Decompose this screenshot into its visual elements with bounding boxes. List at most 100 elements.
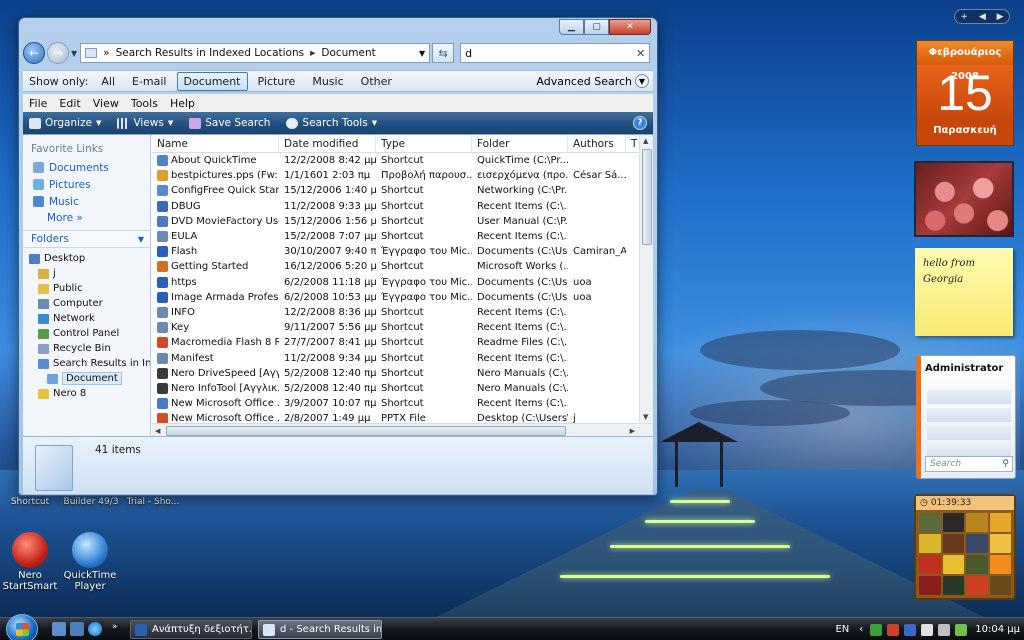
slideshow-gadget[interactable] bbox=[914, 161, 1014, 237]
language-indicator[interactable]: EN bbox=[835, 624, 849, 635]
organize-button[interactable]: Organize ▼ bbox=[29, 117, 101, 129]
minimize-button[interactable]: ▁ bbox=[559, 19, 584, 35]
column-header-type[interactable]: Type bbox=[376, 135, 472, 152]
search-tools-button[interactable]: Search Tools ▼ bbox=[286, 117, 377, 129]
column-header-folder[interactable]: Folder bbox=[472, 135, 568, 152]
column-header-authors[interactable]: Authors bbox=[568, 135, 626, 152]
close-button[interactable]: ✕ bbox=[609, 19, 651, 35]
column-header-date[interactable]: Date modified bbox=[279, 135, 376, 152]
file-row[interactable]: Flash 30/10/2007 9:40 πμ Έγγραφο του Mic..… bbox=[152, 244, 653, 259]
scroll-left-icon[interactable]: ◀ bbox=[155, 427, 160, 435]
tree-item[interactable]: Desktop bbox=[23, 251, 150, 266]
horizontal-scrollbar[interactable]: ◀ ▶ bbox=[152, 423, 653, 437]
filter-picture[interactable]: Picture bbox=[251, 72, 303, 91]
vertical-scrollbar[interactable]: ▲ ▼ bbox=[639, 135, 653, 423]
horizontal-scroll-thumb[interactable] bbox=[166, 426, 566, 436]
file-row[interactable]: DVD MovieFactory Use... 15/12/2006 1:56 μ… bbox=[152, 214, 653, 229]
search-input[interactable] bbox=[465, 46, 636, 60]
file-row[interactable]: DBUG 11/2/2008 9:33 μμ Shortcut Recent Item… bbox=[152, 199, 653, 214]
tree-item[interactable]: Control Panel bbox=[23, 326, 150, 341]
tree-item[interactable]: j bbox=[23, 266, 150, 281]
show-desktop-icon[interactable] bbox=[52, 622, 66, 636]
scroll-up-icon[interactable]: ▲ bbox=[643, 137, 648, 145]
taskbar-button-word[interactable]: Ανάπτυξη δεξιοτήτ... bbox=[130, 620, 252, 639]
maximize-button[interactable]: ▢ bbox=[584, 19, 609, 35]
forward-button[interactable]: → bbox=[47, 42, 69, 64]
file-row[interactable]: About QuickTime 12/2/2008 8:42 μμ Shortcut… bbox=[152, 153, 653, 168]
file-row[interactable]: Nero DriveSpeed [Αγγλ... 5/2/2008 12:40 π… bbox=[152, 366, 653, 381]
next-icon[interactable]: ▶ bbox=[997, 12, 1004, 22]
tree-item[interactable]: Public bbox=[23, 281, 150, 296]
desktop-icon-partial[interactable]: Shortcut bbox=[0, 497, 60, 507]
file-row[interactable]: bestpictures.pps (Fw: B... 1/1/1601 2:03 … bbox=[152, 168, 653, 183]
breadcrumb-current[interactable]: Document bbox=[321, 47, 375, 59]
contacts-gadget[interactable]: Administrator Search ⚲ bbox=[916, 355, 1016, 479]
filter-other[interactable]: Other bbox=[354, 72, 399, 91]
file-row[interactable]: Getting Started 16/12/2006 5:20 μμ Shortcu… bbox=[152, 259, 653, 274]
network-icon[interactable] bbox=[870, 623, 883, 636]
filter-email[interactable]: E-mail bbox=[125, 72, 174, 91]
add-gadget-icon[interactable]: + bbox=[960, 12, 968, 22]
more-links[interactable]: More » bbox=[47, 212, 150, 224]
address-bar[interactable]: » Search Results in Indexed Locations ▸ … bbox=[80, 43, 431, 63]
tree-item[interactable]: Recycle Bin bbox=[23, 341, 150, 356]
battery-icon[interactable] bbox=[955, 623, 968, 636]
file-row[interactable]: EULA 15/2/2008 7:07 μμ Shortcut Recent Item… bbox=[152, 229, 653, 244]
filter-document[interactable]: Document bbox=[176, 71, 248, 91]
picture-puzzle-gadget[interactable]: ◷ 01:39:33 bbox=[914, 494, 1016, 600]
menu-help[interactable]: Help bbox=[170, 97, 195, 110]
taskbar-button-search-results[interactable]: d - Search Results in... bbox=[258, 620, 382, 639]
switch-windows-icon[interactable] bbox=[70, 622, 84, 636]
file-row[interactable]: New Microsoft Office ... 3/9/2007 10:07 π… bbox=[152, 396, 653, 411]
vertical-scroll-thumb[interactable] bbox=[642, 149, 652, 245]
scroll-right-icon[interactable]: ▶ bbox=[630, 427, 635, 435]
notes-gadget[interactable]: hello from Georgia bbox=[915, 248, 1013, 336]
internet-explorer-icon[interactable] bbox=[88, 622, 102, 636]
shield-icon[interactable] bbox=[887, 623, 900, 636]
file-row[interactable]: Image Armada Profess... 6/2/2008 10:53 μμ… bbox=[152, 290, 653, 305]
advanced-search-toggle[interactable]: Advanced Search ▼ bbox=[536, 74, 649, 88]
filter-all[interactable]: All bbox=[94, 72, 122, 91]
help-icon[interactable]: ? bbox=[633, 116, 647, 130]
filter-music[interactable]: Music bbox=[305, 72, 350, 91]
file-row[interactable]: Manifest 11/2/2008 9:34 μμ Shortcut Recent … bbox=[152, 350, 653, 365]
file-row[interactable]: https 6/2/2008 11:18 μμ Έγγραφο του Mic...… bbox=[152, 275, 653, 290]
file-row[interactable]: Macromedia Flash 8 R... 27/7/2007 8:41 μμ… bbox=[152, 335, 653, 350]
calendar-gadget[interactable]: Φεβρουάριος 2008 15 Παρασκευή bbox=[916, 40, 1014, 146]
clear-search-icon[interactable]: ✕ bbox=[636, 47, 645, 60]
clock[interactable]: 10:04 μμ bbox=[975, 624, 1020, 635]
previous-icon[interactable]: ◀ bbox=[979, 12, 986, 22]
quick-launch-more-icon[interactable]: » bbox=[112, 622, 122, 636]
tray-app-icon[interactable] bbox=[921, 623, 934, 636]
speaker-icon[interactable] bbox=[938, 623, 951, 636]
recent-pages-dropdown[interactable]: ▼ bbox=[71, 49, 77, 58]
start-button[interactable] bbox=[6, 614, 38, 640]
desktop-icon-quicktime[interactable]: QuickTime Player bbox=[62, 532, 118, 592]
tree-item[interactable]: Search Results in Inde bbox=[23, 356, 150, 371]
file-row[interactable]: INFO 12/2/2008 8:36 μμ Shortcut Recent Item… bbox=[152, 305, 653, 320]
menu-view[interactable]: View bbox=[93, 97, 119, 110]
tree-item[interactable]: Nero 8 bbox=[23, 386, 150, 401]
contacts-search[interactable]: Search ⚲ bbox=[925, 456, 1013, 472]
desktop-icon-nero-startsmart[interactable]: Nero StartSmart bbox=[2, 532, 58, 592]
refresh-button[interactable]: ⇆ bbox=[432, 43, 455, 63]
back-button[interactable]: ← bbox=[23, 42, 45, 64]
file-row[interactable]: Nero InfoTool [Αγγλικ... 5/2/2008 12:40 π… bbox=[152, 381, 653, 396]
menu-tools[interactable]: Tools bbox=[131, 97, 158, 110]
tree-item[interactable]: Document bbox=[23, 371, 150, 386]
desktop-icon-partial[interactable]: Trial - Sho... bbox=[122, 497, 184, 507]
tree-item[interactable]: Network bbox=[23, 311, 150, 326]
file-row[interactable]: ConfigFree Quick Start... 15/12/2006 1:40… bbox=[152, 183, 653, 198]
favorite-link-pictures[interactable]: Pictures bbox=[33, 178, 150, 191]
favorite-link-documents[interactable]: Documents bbox=[33, 161, 150, 174]
column-header-name[interactable]: Name bbox=[152, 135, 279, 152]
address-dropdown-icon[interactable]: ▼ bbox=[419, 49, 425, 58]
chevron-left-icon[interactable]: ‹ bbox=[859, 624, 863, 635]
tree-item[interactable]: Computer bbox=[23, 296, 150, 311]
scroll-down-icon[interactable]: ▼ bbox=[643, 413, 648, 421]
breadcrumb-root[interactable]: Search Results in Indexed Locations bbox=[116, 47, 305, 59]
file-row[interactable]: Key 9/11/2007 5:56 μμ Shortcut Recent Items… bbox=[152, 320, 653, 335]
tray-app-icon[interactable] bbox=[904, 623, 917, 636]
views-button[interactable]: Views ▼ bbox=[117, 117, 173, 129]
favorite-link-music[interactable]: Music bbox=[33, 195, 150, 208]
